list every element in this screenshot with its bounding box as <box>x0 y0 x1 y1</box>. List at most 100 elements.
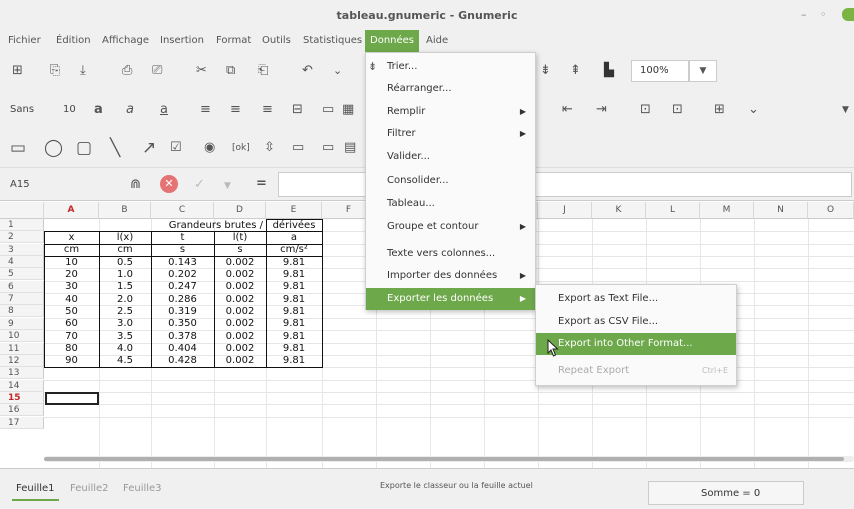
decrease-indent-icon[interactable]: ⇤ <box>562 102 573 118</box>
submenu-item[interactable]: Export as Text File... <box>536 288 736 310</box>
sheet-tab-feuille3[interactable]: Feuille3 <box>123 483 162 494</box>
scrollbar-widget-icon[interactable]: ▭ <box>292 140 304 156</box>
menu-item[interactable]: Valider... <box>366 146 535 168</box>
sheet-tab-feuille2[interactable]: Feuille2 <box>70 483 109 494</box>
menu-edition[interactable]: Édition <box>56 30 91 52</box>
frame-icon[interactable]: ▢ <box>76 140 92 157</box>
menu-item[interactable]: Exporter les données ▶ <box>366 288 535 310</box>
more-format-icon[interactable]: ⌄ <box>748 102 759 118</box>
cell-reference-field[interactable]: A15 <box>10 179 30 190</box>
subscript-icon[interactable]: ⊡ <box>672 102 683 118</box>
chart-icon[interactable]: ▙ <box>604 63 614 79</box>
function-wizard-icon[interactable]: ⋒ <box>130 177 141 193</box>
arrow-icon[interactable]: ↗ <box>142 140 156 157</box>
paste-icon[interactable]: ⎗ <box>258 63 268 79</box>
new-sheet-icon[interactable]: ⊞ <box>12 63 23 79</box>
line-icon[interactable]: ╲ <box>110 140 120 157</box>
align-center-icon[interactable]: ≡ <box>230 102 241 118</box>
column-header[interactable]: B <box>99 202 151 219</box>
minimize-button[interactable]: – <box>801 8 807 21</box>
superscript-icon[interactable]: ⊡ <box>640 102 651 118</box>
menu-item[interactable]: Consolider... <box>366 170 535 192</box>
equals-icon[interactable]: = <box>256 176 267 192</box>
column-header[interactable]: D <box>214 202 266 219</box>
sum-indicator[interactable]: Somme = 0 <box>648 481 804 505</box>
select-all-corner[interactable] <box>0 202 44 219</box>
row-header[interactable]: 10 <box>0 330 44 343</box>
maximize-button[interactable]: ◦ <box>820 8 827 21</box>
horizontal-scrollbar[interactable] <box>44 456 854 462</box>
open-icon[interactable]: ⎘ <box>50 63 60 79</box>
row-header[interactable]: 1 <box>0 219 44 231</box>
row-header[interactable]: 13 <box>0 367 44 380</box>
submenu-item[interactable]: Export as CSV File... <box>536 311 736 333</box>
menu-item[interactable]: Texte vers colonnes... <box>366 243 535 265</box>
undo-icon[interactable]: ↶ <box>302 63 313 79</box>
row-header[interactable]: 14 <box>0 379 44 392</box>
zoom-field[interactable]: 100% <box>631 60 689 82</box>
column-header[interactable]: N <box>754 202 808 219</box>
column-header[interactable]: K <box>592 202 646 219</box>
row-header[interactable]: 11 <box>0 342 44 355</box>
menu-item[interactable]: Filtrer ▶ <box>366 123 535 145</box>
row-header[interactable]: 5 <box>0 268 44 281</box>
copy-icon[interactable]: ⧉ <box>226 63 235 79</box>
entry-dropdown-icon[interactable]: ▼ <box>224 178 231 194</box>
toolbar-overflow-icon[interactable]: ▼ <box>842 102 849 118</box>
italic-icon[interactable]: a <box>126 102 134 118</box>
merge-cells-icon[interactable]: ⊟ <box>292 102 303 118</box>
cancel-entry-icon[interactable]: ✕ <box>160 175 178 193</box>
spinner-icon[interactable]: ⇳ <box>264 140 275 156</box>
sheet-tab-feuille1[interactable]: Feuille1 <box>12 483 59 501</box>
row-header[interactable]: 7 <box>0 293 44 306</box>
zoom-dropdown-icon[interactable]: ▼ <box>689 60 717 82</box>
menu-item[interactable]: Tableau... <box>366 193 535 215</box>
menu-item[interactable]: Groupe et contour ▶ <box>366 216 535 238</box>
button-widget-icon[interactable]: [ok] <box>232 140 250 156</box>
slider-widget-icon[interactable]: ▭ <box>322 140 334 156</box>
row-header[interactable]: 2 <box>0 231 44 244</box>
row-header[interactable]: 4 <box>0 256 44 269</box>
borders-icon[interactable]: ⊞ <box>714 102 725 118</box>
underline-icon[interactable]: a <box>160 102 168 118</box>
undo-dropdown-icon[interactable]: ⌄ <box>333 63 342 79</box>
save-icon[interactable]: ⤓ <box>80 63 86 79</box>
submenu-item[interactable]: Export into Other Format... <box>536 333 736 355</box>
column-header[interactable]: M <box>700 202 754 219</box>
print-preview-icon[interactable]: ⎚ <box>152 63 162 79</box>
rectangle-icon[interactable]: ▭ <box>10 140 26 157</box>
column-header[interactable]: A <box>44 202 99 219</box>
row-header[interactable]: 12 <box>0 354 44 367</box>
table-cell[interactable]: Grandeurs brutes / <box>99 220 266 232</box>
menu-item[interactable]: ⇟ Trier... <box>366 56 535 78</box>
align-left-icon[interactable]: ≡ <box>200 102 211 118</box>
cut-icon[interactable]: ✂ <box>196 63 207 79</box>
menu-item[interactable]: Réarranger... <box>366 78 535 100</box>
close-button[interactable] <box>842 8 854 21</box>
print-icon[interactable]: ⎙ <box>122 63 132 79</box>
increase-indent-icon[interactable]: ⇥ <box>596 102 607 118</box>
font-size-field[interactable]: 10 <box>63 104 76 115</box>
format-icon[interactable]: ▦ <box>342 102 354 118</box>
align-right-icon[interactable]: ≡ <box>262 102 273 118</box>
row-header[interactable]: 6 <box>0 280 44 293</box>
sort-descending-icon[interactable]: ⇞ <box>570 63 581 79</box>
row-header[interactable]: 15 <box>0 391 44 404</box>
column-header[interactable]: E <box>266 202 322 219</box>
menu-outils[interactable]: Outils <box>262 30 291 52</box>
wrap-icon[interactable]: ▭ <box>322 102 334 118</box>
font-name-field[interactable]: Sans <box>10 104 34 115</box>
column-header[interactable]: O <box>808 202 854 219</box>
menu-fichier[interactable]: Fichier <box>8 30 41 52</box>
row-header[interactable]: 16 <box>0 404 44 417</box>
menu-item[interactable]: Remplir ▶ <box>366 101 535 123</box>
list-widget-icon[interactable]: ▤ <box>344 140 356 156</box>
bold-icon[interactable]: a <box>94 102 103 118</box>
accept-entry-icon[interactable]: ✓ <box>194 177 205 193</box>
menu-item[interactable]: Importer des données ▶ <box>366 265 535 287</box>
active-cell-cursor[interactable] <box>45 391 99 405</box>
column-header[interactable]: J <box>538 202 592 219</box>
scrollbar-thumb[interactable] <box>44 457 844 461</box>
row-header[interactable]: 3 <box>0 243 44 256</box>
menu-format[interactable]: Format <box>216 30 251 52</box>
